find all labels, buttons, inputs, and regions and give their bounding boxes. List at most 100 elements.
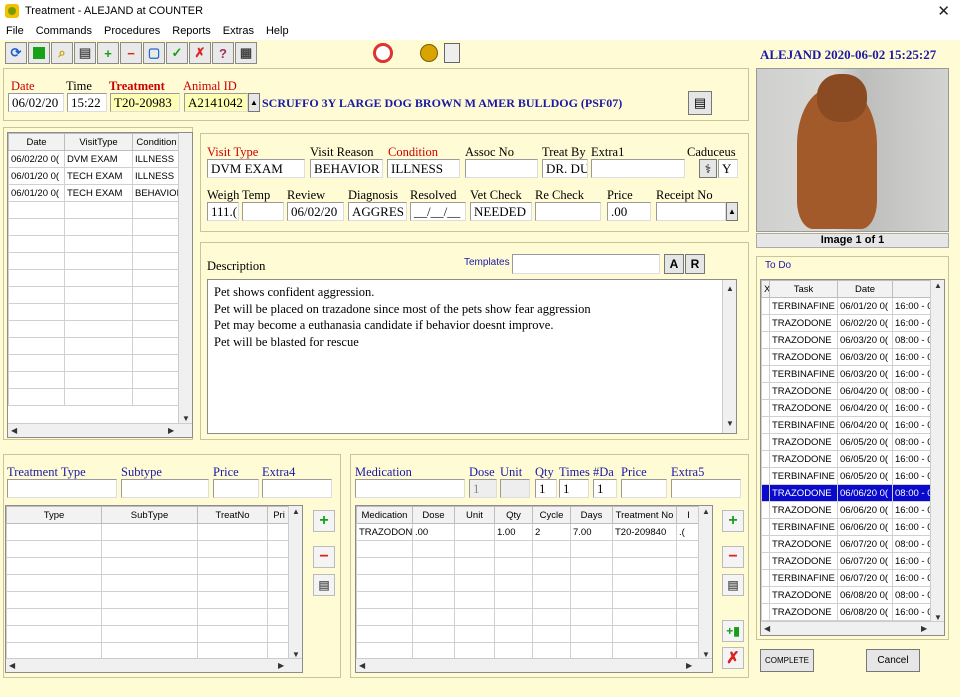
todo-row[interactable]: TRAZODONE 06/04/20 0(16:00 - 0 — [761, 399, 933, 417]
diagnosis-field[interactable]: AGGRES — [348, 202, 407, 221]
table-row[interactable] — [356, 642, 701, 660]
todo-grid[interactable]: X Task Date TERBINAFINE06/01/20 0(16:00 … — [760, 279, 945, 636]
todo-row[interactable]: TRAZODONE 06/05/20 0(16:00 - 0 — [761, 450, 933, 468]
table-row[interactable] — [6, 540, 291, 558]
visit-grid[interactable]: Date VisitType Condition 06/02/20 0(DVM … — [7, 132, 193, 438]
add-icon[interactable]: + — [97, 42, 119, 64]
table-row[interactable] — [8, 269, 181, 287]
stop-icon[interactable] — [28, 42, 50, 64]
table-row[interactable] — [8, 201, 181, 219]
record-icon[interactable] — [373, 43, 393, 63]
close-icon[interactable]: ✕ — [937, 2, 950, 20]
clear-todo-button[interactable]: ✗ — [722, 647, 744, 669]
table-row[interactable] — [6, 591, 291, 609]
price-field[interactable]: .00 — [607, 202, 651, 221]
table-row[interactable] — [356, 608, 701, 626]
horizontal-scrollbar[interactable]: ◀ ▶ — [8, 423, 192, 437]
menu-help[interactable]: Help — [266, 25, 289, 37]
table-row[interactable] — [8, 218, 181, 236]
todo-row[interactable]: TERBINAFINE 06/05/20 0(16:00 - 0 — [761, 467, 933, 485]
r-button[interactable]: R — [685, 254, 705, 274]
menu-reports[interactable]: Reports — [172, 25, 211, 37]
extra1-field[interactable] — [591, 159, 685, 178]
assoc-no-field[interactable] — [465, 159, 538, 178]
review-field[interactable]: 06/02/20 — [287, 202, 344, 221]
table-row[interactable] — [356, 574, 701, 592]
visit-type-field[interactable]: DVM EXAM — [207, 159, 305, 178]
table-row[interactable]: 06/02/20 0(DVM EXAM ILLNESS — [8, 150, 181, 168]
time-field[interactable]: 15:22 — [67, 93, 107, 112]
menu-commands[interactable]: Commands — [36, 25, 92, 37]
receipt-no-field[interactable] — [656, 202, 726, 221]
table-row[interactable]: 06/01/20 0(TECH EXAM ILLNESS — [8, 167, 181, 185]
table-row[interactable] — [356, 591, 701, 609]
column-header[interactable]: Type — [6, 506, 102, 524]
visit-reason-field[interactable]: BEHAVIOR — [310, 159, 383, 178]
cancel-button[interactable]: Cancel — [866, 649, 920, 672]
table-row[interactable] — [6, 523, 291, 541]
column-header[interactable]: Date — [837, 280, 893, 298]
column-header[interactable]: TreatNo — [197, 506, 268, 524]
column-header[interactable]: Date — [8, 133, 65, 151]
add-treatment-button[interactable]: + — [313, 510, 335, 532]
templates-field[interactable] — [512, 254, 660, 274]
column-header[interactable]: Unit — [454, 506, 495, 524]
complete-button[interactable]: COMPLETE — [760, 649, 814, 672]
subtype-field[interactable] — [121, 479, 209, 498]
table-row[interactable] — [8, 303, 181, 321]
table-row[interactable]: 06/01/20 0(TECH EXAM BEHAVIOI — [8, 184, 181, 202]
table-row[interactable] — [8, 252, 181, 270]
column-header[interactable] — [892, 280, 933, 298]
remove-treatment-button[interactable]: − — [313, 546, 335, 568]
column-header[interactable]: Medication — [356, 506, 413, 524]
column-header[interactable]: Cycle — [532, 506, 571, 524]
menu-procedures[interactable]: Procedures — [104, 25, 160, 37]
table-row[interactable] — [6, 642, 291, 660]
medication-grid[interactable]: Medication Dose Unit Qty Cycle Days Trea… — [355, 505, 713, 673]
times-field[interactable]: 1 — [559, 479, 589, 498]
vertical-scrollbar[interactable]: ▲ ▼ — [698, 506, 712, 660]
table-row[interactable] — [356, 540, 701, 558]
todo-row[interactable]: TRAZODONE 06/04/20 0(08:00 - 0 — [761, 382, 933, 400]
treatment-field[interactable]: T20-20983 — [110, 93, 180, 112]
help-icon[interactable]: ? — [212, 42, 234, 64]
table-row[interactable] — [8, 388, 181, 406]
column-header[interactable]: Treatment No — [612, 506, 677, 524]
animal-id-field[interactable]: A2141042 — [184, 93, 248, 112]
treatment-type-field[interactable] — [7, 479, 117, 498]
horizontal-scrollbar[interactable]: ◀ ▶ — [761, 621, 944, 635]
todo-row[interactable]: TRAZODONE 06/06/20 0(08:00 - 0 — [761, 484, 933, 502]
table-row[interactable] — [6, 608, 291, 626]
table-row[interactable] — [6, 574, 291, 592]
animal-lookup-button[interactable]: ▲ — [248, 93, 260, 112]
todo-row[interactable]: TERBINAFINE 06/04/20 0(16:00 - 0 — [761, 416, 933, 434]
todo-row[interactable]: TRAZODONE 06/03/20 0(16:00 - 0 — [761, 348, 933, 366]
refresh-icon[interactable]: ⟳ — [5, 42, 27, 64]
table-row[interactable] — [8, 235, 181, 253]
add-medication-button[interactable]: + — [722, 510, 744, 532]
table-row[interactable] — [8, 337, 181, 355]
todo-row[interactable]: TERBINAFINE 06/07/20 0(16:00 - 0 — [761, 569, 933, 587]
treatment-price-field[interactable] — [213, 479, 259, 498]
menu-extras[interactable]: Extras — [223, 25, 254, 37]
temp-field[interactable] — [242, 202, 284, 221]
todo-row[interactable]: TRAZODONE 06/02/20 0(16:00 - 0 — [761, 314, 933, 332]
column-header[interactable]: I — [676, 506, 701, 524]
table-row[interactable] — [8, 354, 181, 372]
table-row[interactable] — [8, 320, 181, 338]
table-row[interactable] — [6, 625, 291, 643]
dose-field[interactable]: 1 — [469, 479, 497, 498]
remove-medication-button[interactable]: − — [722, 546, 744, 568]
table-row[interactable] — [356, 625, 701, 643]
re-check-field[interactable] — [535, 202, 601, 221]
date-field[interactable]: 06/02/20 — [8, 93, 64, 112]
treatment-grid[interactable]: Type SubType TreatNo Pri ▲ ▼ ◀ ▶ — [5, 505, 303, 673]
horizontal-scrollbar[interactable]: ◀ ▶ — [356, 658, 712, 672]
copy-treatment-button[interactable]: ▤ — [313, 574, 335, 596]
table-row[interactable] — [8, 286, 181, 304]
column-header[interactable]: Days — [570, 506, 613, 524]
todo-row[interactable]: TERBINAFINE 06/01/20 0(16:00 - 0 — [761, 297, 933, 315]
medication-price-field[interactable] — [621, 479, 667, 498]
description-text[interactable]: Pet shows confident aggression. Pet will… — [207, 279, 737, 434]
calculator-icon[interactable]: ▦ — [235, 42, 257, 64]
